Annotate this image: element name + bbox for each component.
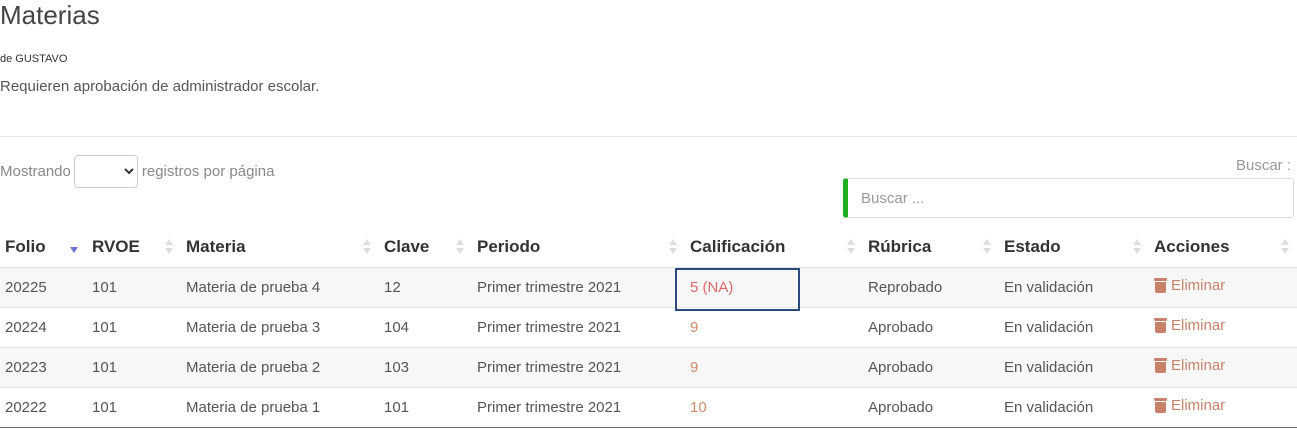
table-header-row: Folio RVOE Materia Clave Periodo Calific… xyxy=(0,227,1297,268)
delete-label: Eliminar xyxy=(1171,397,1226,414)
column-header-periodo[interactable]: Periodo xyxy=(472,227,685,268)
trash-icon xyxy=(1154,358,1167,373)
column-header-clave[interactable]: Clave xyxy=(379,227,472,268)
cell-materia: Materia de prueba 1 xyxy=(181,386,379,428)
grade-link[interactable]: 10 xyxy=(690,399,707,416)
column-header-estado[interactable]: Estado xyxy=(999,227,1149,268)
cell-calificacion: 10 xyxy=(685,386,863,428)
cell-periodo: Primer trimestre 2021 xyxy=(472,306,685,347)
length-prefix: Mostrando xyxy=(0,163,71,180)
cell-clave: 103 xyxy=(379,346,472,387)
cell-materia: Materia de prueba 4 xyxy=(181,266,379,307)
trash-icon xyxy=(1154,318,1167,333)
cell-clave: 12 xyxy=(379,266,472,307)
cell-rubrica: Aprobado xyxy=(863,386,999,428)
cell-calificacion: 5 (NA) xyxy=(685,266,863,307)
cell-folio: 20224 xyxy=(0,306,87,347)
cell-materia: Materia de prueba 3 xyxy=(181,306,379,347)
divider xyxy=(0,136,1297,137)
cell-folio: 20222 xyxy=(0,386,87,428)
cell-periodo: Primer trimestre 2021 xyxy=(472,266,685,307)
cell-materia: Materia de prueba 2 xyxy=(181,346,379,387)
cell-rubrica: Reprobado xyxy=(863,266,999,307)
delete-button[interactable]: Eliminar xyxy=(1154,397,1225,414)
page-title: Materias xyxy=(0,0,100,30)
cell-estado: En validación xyxy=(999,306,1149,347)
sort-arrows-icon xyxy=(363,239,371,255)
delete-label: Eliminar xyxy=(1171,357,1226,374)
cell-acciones: Eliminar xyxy=(1149,266,1297,307)
trash-icon xyxy=(1154,398,1167,413)
trash-icon xyxy=(1154,278,1167,293)
column-header-rvoe[interactable]: RVOE xyxy=(87,227,181,268)
sort-arrows-icon xyxy=(165,239,173,255)
cell-estado: En validación xyxy=(999,266,1149,307)
grade-link[interactable]: 5 (NA) xyxy=(690,279,733,296)
delete-button[interactable]: Eliminar xyxy=(1154,317,1225,334)
column-header-materia[interactable]: Materia xyxy=(181,227,379,268)
sort-arrows-icon xyxy=(456,239,464,255)
cell-estado: En validación xyxy=(999,386,1149,428)
search-input[interactable] xyxy=(843,178,1294,218)
table-row: 20223 101 Materia de prueba 2 103 Primer… xyxy=(0,346,1297,387)
cell-acciones: Eliminar xyxy=(1149,346,1297,387)
column-header-rubrica[interactable]: Rúbrica xyxy=(863,227,999,268)
subjects-table: Folio RVOE Materia Clave Periodo Calific… xyxy=(0,227,1297,428)
table-row: 20224 101 Materia de prueba 3 104 Primer… xyxy=(0,306,1297,347)
cell-rvoe: 101 xyxy=(87,386,181,428)
column-header-acciones[interactable]: Acciones xyxy=(1149,227,1297,268)
page-subtitle: de GUSTAVO xyxy=(0,53,68,65)
column-header-calificacion[interactable]: Calificación xyxy=(685,227,863,268)
grade-link[interactable]: 9 xyxy=(690,359,698,376)
sort-arrows-icon xyxy=(1281,239,1289,255)
cell-rubrica: Aprobado xyxy=(863,306,999,347)
table-row: 20225 101 Materia de prueba 4 12 Primer … xyxy=(0,266,1297,307)
delete-label: Eliminar xyxy=(1171,317,1226,334)
cell-rubrica: Aprobado xyxy=(863,346,999,387)
cell-folio: 20223 xyxy=(0,346,87,387)
delete-button[interactable]: Eliminar xyxy=(1154,357,1225,374)
sort-arrows-icon xyxy=(847,239,855,255)
table-row: 20222 101 Materia de prueba 1 101 Primer… xyxy=(0,386,1297,428)
cell-periodo: Primer trimestre 2021 xyxy=(472,346,685,387)
delete-button[interactable]: Eliminar xyxy=(1154,277,1225,294)
cell-clave: 104 xyxy=(379,306,472,347)
sort-arrows-icon xyxy=(669,239,677,255)
cell-clave: 101 xyxy=(379,386,472,428)
sort-arrows-icon xyxy=(1133,239,1141,255)
cell-rvoe: 101 xyxy=(87,266,181,307)
records-per-page-control: Mostrando registros por página xyxy=(0,155,274,188)
cell-estado: En validación xyxy=(999,346,1149,387)
sort-arrows-icon xyxy=(983,239,991,255)
grade-link[interactable]: 9 xyxy=(690,319,698,336)
cell-acciones: Eliminar xyxy=(1149,306,1297,347)
cell-calificacion: 9 xyxy=(685,306,863,347)
cell-acciones: Eliminar xyxy=(1149,386,1297,428)
length-suffix: registros por página xyxy=(141,163,275,180)
cell-calificacion: 9 xyxy=(685,346,863,387)
approval-note: Requieren aprobación de administrador es… xyxy=(0,78,320,95)
column-header-folio[interactable]: Folio xyxy=(0,227,87,268)
cell-folio: 20225 xyxy=(0,266,87,307)
delete-label: Eliminar xyxy=(1171,277,1226,294)
search-label: Buscar : xyxy=(1235,157,1291,174)
sort-desc-icon xyxy=(70,247,78,263)
cell-rvoe: 101 xyxy=(87,306,181,347)
records-per-page-select[interactable] xyxy=(73,155,138,188)
cell-periodo: Primer trimestre 2021 xyxy=(472,386,685,428)
cell-rvoe: 101 xyxy=(87,346,181,387)
